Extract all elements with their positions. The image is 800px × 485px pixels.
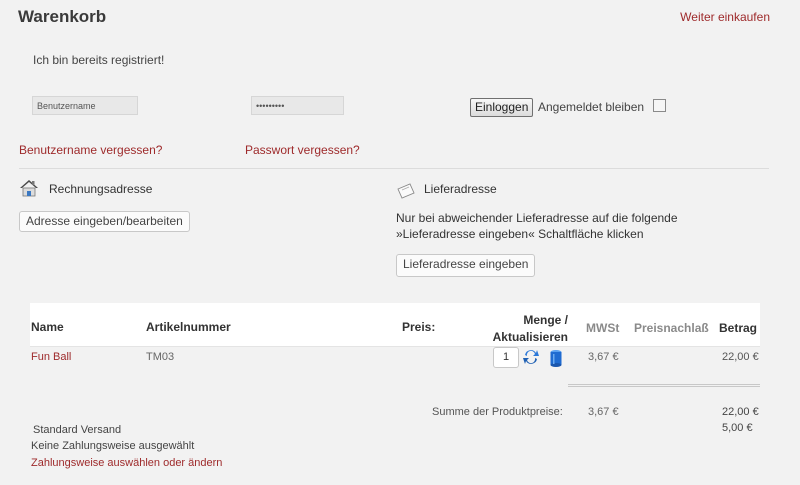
forgot-username-link[interactable]: Benutzername vergessen? (19, 143, 162, 157)
shipping-cost: 5,00 € (722, 422, 753, 434)
column-quantity-line2: Aktualisieren (492, 330, 568, 344)
summary-separator (568, 384, 760, 387)
product-tax: 3,67 € (588, 351, 619, 363)
column-name: Name (31, 320, 64, 334)
page-title: Warenkorb (18, 7, 107, 26)
header-divider (30, 346, 760, 347)
card-icon (397, 183, 415, 199)
registered-text: Ich bin bereits registriert! (33, 53, 165, 67)
shipping-method: Standard Versand (33, 424, 122, 436)
shipping-note: Nur bei abweichender Lieferadresse auf d… (396, 211, 678, 241)
subtotal-tax: 3,67 € (588, 406, 619, 418)
login-button[interactable]: Einloggen (470, 98, 534, 117)
column-quantity: Menge / Aktualisieren (476, 312, 568, 346)
edit-address-button[interactable]: Adresse eingeben/bearbeiten (19, 211, 190, 232)
shipping-address-label: Lieferadresse (424, 182, 497, 196)
username-input[interactable]: Benutzername (32, 96, 138, 115)
column-amount: Betrag (719, 321, 758, 335)
quantity-input[interactable]: 1 (493, 347, 519, 368)
column-price: Preis: (402, 320, 436, 334)
billing-address-label: Rechnungsadresse (49, 182, 153, 196)
enter-shipping-address-button[interactable]: Lieferadresse eingeben (396, 254, 536, 277)
subtotal-label: Summe der Produktpreise: (432, 406, 563, 418)
column-article: Artikelnummer (146, 320, 231, 334)
column-discount: Preisnachlaß (634, 321, 709, 335)
stay-logged-in-label: Angemeldet bleiben (538, 100, 645, 114)
password-input[interactable]: ••••••••• (251, 96, 344, 115)
subtotal-amount: 22,00 € (722, 406, 759, 418)
trash-icon[interactable] (549, 348, 563, 368)
product-article-number: TM03 (146, 351, 175, 363)
divider (19, 168, 769, 169)
column-tax: MWSt (586, 321, 620, 335)
product-amount: 22,00 € (722, 351, 759, 363)
column-quantity-line1: Menge / (523, 313, 568, 327)
refresh-icon[interactable] (522, 347, 540, 367)
forgot-password-link[interactable]: Passwort vergessen? (245, 143, 360, 157)
choose-payment-link[interactable]: Zahlungsweise auswählen oder ändern (31, 457, 222, 469)
product-name-link[interactable]: Fun Ball (31, 351, 71, 363)
continue-shopping-link[interactable]: Weiter einkaufen (680, 10, 770, 24)
no-payment-text: Keine Zahlungsweise ausgewählt (31, 440, 195, 452)
house-icon (20, 180, 38, 197)
stay-logged-in-checkbox[interactable] (653, 99, 666, 112)
